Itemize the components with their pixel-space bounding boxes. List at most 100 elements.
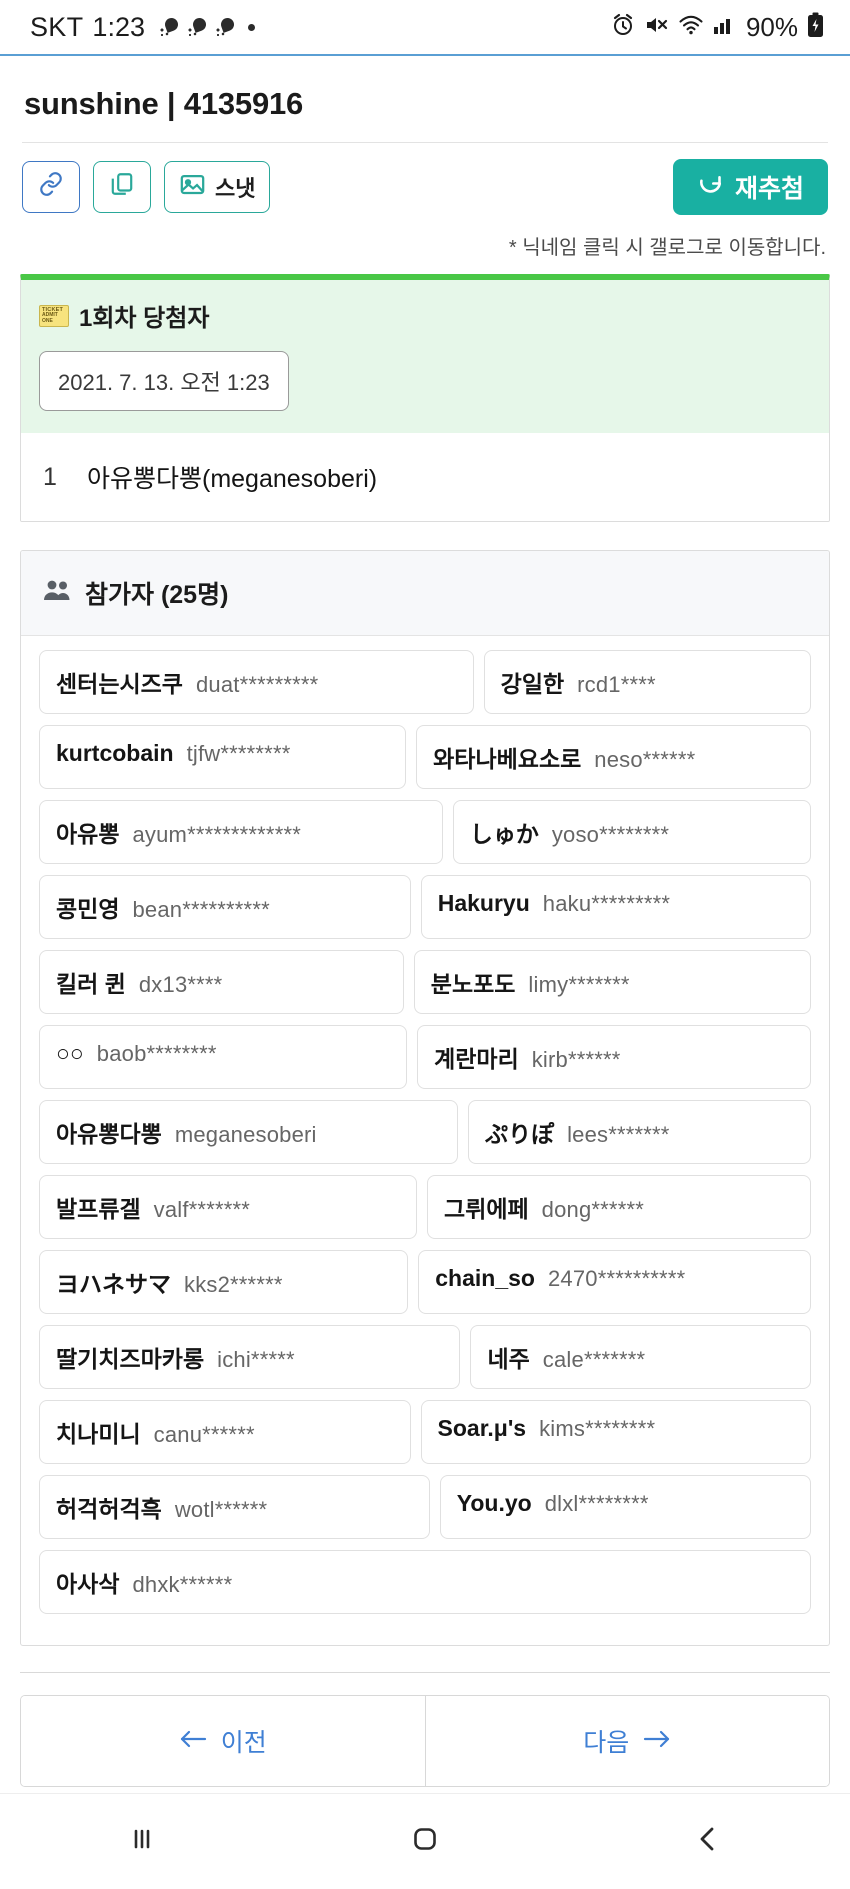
participant-chip[interactable]: ヨハネサマ kks2****** [39, 1250, 409, 1314]
participant-nickname[interactable]: 딸기치즈마카롱 [56, 1340, 204, 1374]
participant-id: meganesoberi [174, 1122, 317, 1147]
participant-nickname[interactable]: 치나미니 [56, 1415, 141, 1449]
participant-nickname[interactable]: 킬러 퀸 [56, 965, 126, 999]
page-title: sunshine | 4135916 [24, 86, 304, 121]
snapshot-button[interactable]: 스냇 [164, 161, 271, 213]
participant-nickname[interactable]: 아유뽕다뽕 [56, 1115, 162, 1149]
refresh-icon [697, 170, 724, 204]
participants-header: 참가자 (25명) [21, 551, 829, 636]
participant-chip[interactable]: 딸기치즈마카롱 ichi***** [39, 1325, 461, 1389]
participant-chip[interactable]: ○○ baob******** [39, 1025, 408, 1089]
pager: 이전 다음 [20, 1695, 830, 1787]
participant-nickname[interactable]: 센터는시즈쿠 [56, 665, 183, 699]
participant-nickname[interactable]: chain_so [435, 1265, 535, 1292]
participant-chip[interactable]: 킬러 퀸 dx13**** [39, 950, 404, 1014]
participant-chip[interactable]: 와타나베요소로 neso****** [416, 725, 811, 789]
participant-chip[interactable]: You.yo dlxl******** [439, 1475, 811, 1539]
wifi-icon [678, 13, 704, 42]
comet-icon [187, 17, 209, 38]
participant-chip[interactable]: chain_so 2470********** [418, 1250, 811, 1314]
android-status-bar: SKT 1:23 90% [0, 0, 850, 56]
participant-id: baob******** [96, 1041, 217, 1066]
participant-id: tjfw******** [186, 741, 291, 766]
participants-list: 센터는시즈쿠 duat********* 강일한 rcd1**** kurtco… [21, 636, 829, 1645]
participant-chip[interactable]: 분노포도 limy******* [413, 950, 811, 1014]
participant-nickname[interactable]: ヨハネサマ [56, 1265, 171, 1299]
page-content: sunshine | 4135916 스냇 재추첨 * 닉네임 클릭 시 갤로그… [0, 56, 850, 1787]
winner-name[interactable]: 아유뽕다뽕(meganesoberi) [87, 459, 377, 495]
participant-chip[interactable]: 콩민영 bean********** [39, 875, 411, 939]
copy-link-button[interactable] [22, 161, 80, 213]
participant-nickname[interactable]: 아사삭 [56, 1565, 119, 1599]
alarm-icon [611, 13, 635, 42]
redraw-label: 재추첨 [734, 175, 804, 203]
participant-nickname[interactable]: 그뤼에페 [444, 1190, 529, 1224]
participant-chip[interactable]: 센터는시즈쿠 duat********* [39, 650, 474, 714]
participant-chip[interactable]: Hakuryu haku********* [420, 875, 812, 939]
participant-row: ヨハネサマ kks2****** chain_so 2470********** [39, 1250, 811, 1314]
participant-row: 딸기치즈마카롱 ichi***** 네주 cale******* [39, 1325, 812, 1389]
participant-nickname[interactable]: Soar.μ's [438, 1415, 527, 1442]
participant-row: 발프류겔 valf******* 그뤼에페 dong****** [39, 1175, 811, 1239]
participant-nickname[interactable]: 허걱허걱흑 [56, 1490, 162, 1524]
participant-chip[interactable]: 그뤼에페 dong****** [427, 1175, 811, 1239]
ticket-icon: TICKET ADMIT ONE [39, 304, 69, 327]
participant-id: dlxl******** [544, 1491, 649, 1516]
participant-chip[interactable]: 아유뽕다뽕 meganesoberi [39, 1100, 459, 1164]
participant-chip[interactable]: Soar.μ's kims******** [420, 1400, 812, 1464]
participant-row: ○○ baob******** 계란마리 kirb****** [39, 1025, 812, 1089]
participant-chip[interactable]: ぷりぽ lees******* [468, 1100, 812, 1164]
participant-nickname[interactable]: 콩민영 [56, 890, 119, 924]
participant-chip[interactable]: 네주 cale******* [470, 1325, 812, 1389]
participant-nickname[interactable]: You.yo [457, 1490, 532, 1517]
participant-row: 아유뽕 ayum************* しゅか yoso******** [39, 800, 812, 864]
winner-row[interactable]: 1 아유뽕다뽕(meganesoberi) [21, 433, 829, 521]
participant-nickname[interactable]: 발프류겔 [56, 1190, 141, 1224]
participant-nickname[interactable]: ○○ [56, 1040, 84, 1067]
participant-id: kims******** [539, 1416, 656, 1441]
back-icon[interactable] [690, 1821, 726, 1862]
participant-chip[interactable]: kurtcobain tjfw******** [39, 725, 407, 789]
home-icon[interactable] [407, 1821, 443, 1862]
participant-id: yoso******** [551, 822, 670, 847]
snapshot-label: 스냇 [215, 176, 256, 201]
participant-nickname[interactable]: Hakuryu [438, 890, 530, 917]
participant-chip[interactable]: しゅか yoso******** [452, 800, 812, 864]
winner-heading-row: TICKET ADMIT ONE 1회차 당첨자 [39, 298, 811, 333]
participant-nickname[interactable]: 네주 [487, 1340, 529, 1374]
participant-chip[interactable]: 계란마리 kirb****** [417, 1025, 812, 1089]
participant-chip[interactable]: 아사삭 dhxk****** [39, 1550, 811, 1614]
participant-nickname[interactable]: ぷりぽ [485, 1115, 554, 1149]
participant-id: kirb****** [531, 1047, 621, 1072]
redraw-button[interactable]: 재추첨 [672, 159, 828, 215]
participant-chip[interactable]: 치나미니 canu****** [39, 1400, 411, 1464]
next-page-button[interactable]: 다음 [424, 1696, 829, 1786]
winner-row-list: 1 아유뽕다뽕(meganesoberi) [21, 433, 829, 521]
participant-chip[interactable]: 아유뽕 ayum************* [39, 800, 443, 864]
participant-nickname[interactable]: kurtcobain [56, 740, 174, 767]
participant-id: 2470********** [547, 1266, 686, 1291]
participant-chip[interactable]: 허걱허걱흑 wotl****** [39, 1475, 430, 1539]
prev-page-button[interactable]: 이전 [21, 1696, 425, 1786]
copy-button[interactable] [93, 161, 151, 213]
pager-wrapper: 이전 다음 [20, 1672, 830, 1787]
participant-id: neso****** [594, 747, 696, 772]
arrow-left-icon [179, 1727, 207, 1756]
participant-nickname[interactable]: 아유뽕 [56, 815, 119, 849]
winner-rank: 1 [43, 462, 57, 491]
participant-id: wotl****** [174, 1497, 268, 1522]
status-bar-right: 90% [611, 12, 824, 43]
participant-chip[interactable]: 발프류겔 valf******* [39, 1175, 418, 1239]
nickname-click-hint: * 닉네임 클릭 시 갤로그로 이동합니다. [508, 237, 826, 259]
participant-chip[interactable]: 강일한 rcd1**** [483, 650, 811, 714]
clock-label: 1:23 [92, 11, 145, 42]
participant-row: 센터는시즈쿠 duat********* 강일한 rcd1**** [39, 650, 811, 714]
toolbar: 스냇 재추첨 [20, 143, 830, 215]
participant-nickname[interactable]: 강일한 [501, 665, 564, 699]
participant-nickname[interactable]: 와타나베요소로 [433, 740, 581, 774]
participant-nickname[interactable]: 계란마리 [434, 1040, 519, 1074]
battery-charging-icon [807, 12, 824, 43]
recents-icon[interactable] [124, 1821, 160, 1862]
participant-nickname[interactable]: しゅか [470, 815, 539, 849]
participant-nickname[interactable]: 분노포도 [431, 965, 516, 999]
